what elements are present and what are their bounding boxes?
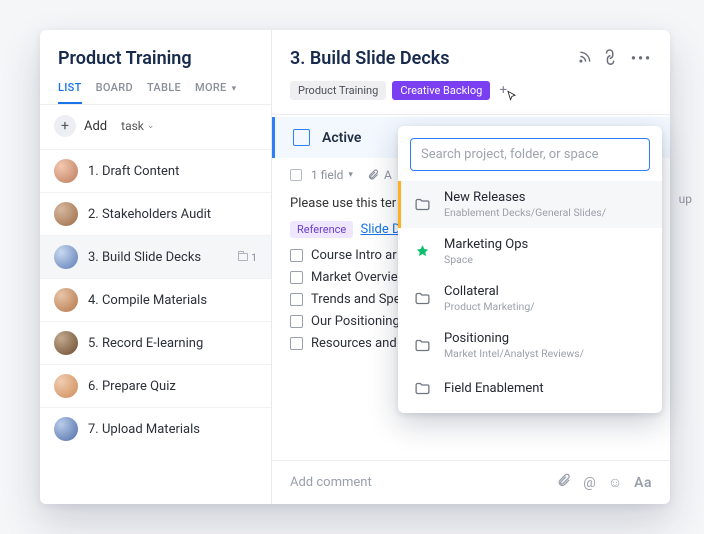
- task-item[interactable]: 3. Build Slide Decks 1: [40, 235, 271, 278]
- emoji-icon[interactable]: ☺: [608, 474, 622, 491]
- app-window: Product Training LIST BOARD TABLE MORE ▾…: [40, 30, 670, 504]
- folder-icon: [412, 336, 432, 356]
- add-task-row[interactable]: + Add task⌄: [40, 105, 271, 149]
- tag-backlog[interactable]: Creative Backlog: [392, 81, 490, 100]
- fields-button[interactable]: 1 field▾: [290, 168, 353, 182]
- add-tag-button[interactable]: +: [496, 84, 510, 98]
- dropdown-item-title: Marketing Ops: [444, 237, 528, 252]
- avatar: [54, 159, 78, 183]
- avatar: [54, 331, 78, 355]
- search-input[interactable]: [410, 138, 650, 171]
- folder-icon: [412, 378, 432, 398]
- avatar: [54, 202, 78, 226]
- tab-table[interactable]: TABLE: [147, 81, 181, 94]
- attach-button[interactable]: A: [367, 168, 392, 182]
- dropdown-item[interactable]: Collateral Product Marketing/: [398, 275, 662, 322]
- folder-icon: [412, 195, 432, 215]
- checkbox-icon: [290, 293, 303, 306]
- task-item[interactable]: 7. Upload Materials: [40, 407, 271, 450]
- format-icon[interactable]: Aa: [634, 475, 652, 491]
- status-label: Active: [322, 130, 361, 146]
- field-icon: [290, 169, 302, 181]
- dropdown-item[interactable]: New Releases Enablement Decks/General Sl…: [398, 181, 662, 228]
- chevron-down-icon: ▾: [232, 84, 237, 94]
- tab-board[interactable]: BOARD: [96, 81, 133, 94]
- sidebar: Product Training LIST BOARD TABLE MORE ▾…: [40, 30, 272, 504]
- task-item[interactable]: 2. Stakeholders Audit: [40, 192, 271, 235]
- reference-link[interactable]: Slide D: [361, 222, 401, 237]
- dropdown-item[interactable]: Marketing Ops Space: [398, 228, 662, 275]
- task-item[interactable]: 5. Record E-learning: [40, 321, 271, 364]
- dropdown-item[interactable]: Positioning Market Intel/Analyst Reviews…: [398, 322, 662, 369]
- rss-icon[interactable]: [578, 50, 592, 68]
- dropdown-item-title: Positioning: [444, 331, 584, 346]
- tab-list[interactable]: LIST: [58, 81, 82, 94]
- location-dropdown: New Releases Enablement Decks/General Sl…: [398, 126, 662, 413]
- task-label: 7. Upload Materials: [88, 422, 200, 437]
- dropdown-item-title: Field Enablement: [444, 381, 544, 396]
- dropdown-item-title: Collateral: [444, 284, 535, 299]
- plus-icon: +: [54, 115, 76, 137]
- dropdown-item-sub: Product Marketing/: [444, 300, 535, 313]
- mention-icon[interactable]: @: [583, 475, 596, 491]
- task-label: 5. Record E-learning: [88, 336, 203, 351]
- checkbox-icon: [290, 337, 303, 350]
- task-label: 1. Draft Content: [88, 164, 179, 179]
- checkbox-icon: [290, 315, 303, 328]
- task-item[interactable]: 1. Draft Content: [40, 149, 271, 192]
- truncated-text: up: [679, 192, 692, 206]
- dropdown-item[interactable]: Field Enablement: [398, 369, 662, 407]
- sidebar-title: Product Training: [58, 48, 253, 69]
- tag-project[interactable]: Product Training: [290, 81, 386, 100]
- comment-input[interactable]: Add comment: [290, 475, 544, 490]
- dropdown-item-sub: Enablement Decks/General Slides/: [444, 206, 606, 219]
- dropdown-item-sub: Market Intel/Analyst Reviews/: [444, 347, 584, 360]
- tab-more[interactable]: MORE ▾: [195, 81, 236, 94]
- task-label: 4. Compile Materials: [88, 293, 207, 308]
- task-type-selector[interactable]: task⌄: [115, 117, 160, 135]
- folder-count-badge: 1: [238, 251, 257, 264]
- cursor-icon: [506, 90, 519, 106]
- avatar: [54, 288, 78, 312]
- add-label: Add: [84, 119, 107, 134]
- reference-chip[interactable]: Reference: [290, 221, 353, 238]
- dropdown-item-title: New Releases: [444, 190, 606, 205]
- avatar: [54, 374, 78, 398]
- avatar: [54, 417, 78, 441]
- more-menu-icon[interactable]: •••: [631, 51, 652, 67]
- task-item[interactable]: 4. Compile Materials: [40, 278, 271, 321]
- chevron-down-icon: ⌄: [147, 121, 155, 131]
- avatar: [54, 245, 78, 269]
- checkbox-icon: [290, 271, 303, 284]
- comment-bar: Add comment @ ☺ Aa: [272, 460, 670, 504]
- link-icon[interactable]: [599, 46, 623, 70]
- attachment-icon[interactable]: [556, 473, 571, 492]
- task-list: 1. Draft Content 2. Stakeholders Audit 3…: [40, 149, 271, 504]
- page-title: 3. Build Slide Decks: [290, 48, 578, 69]
- view-tabs: LIST BOARD TABLE MORE ▾: [58, 81, 253, 94]
- task-item[interactable]: 6. Prepare Quiz: [40, 364, 271, 407]
- task-label: 3. Build Slide Decks: [88, 250, 201, 265]
- folder-icon: [238, 253, 248, 261]
- space-icon: [412, 242, 432, 262]
- task-label: 6. Prepare Quiz: [88, 379, 176, 394]
- dropdown-item-sub: Space: [444, 253, 528, 266]
- checkbox-icon: [290, 249, 303, 262]
- folder-icon: [412, 289, 432, 309]
- complete-checkbox[interactable]: [293, 129, 310, 146]
- task-label: 2. Stakeholders Audit: [88, 207, 211, 222]
